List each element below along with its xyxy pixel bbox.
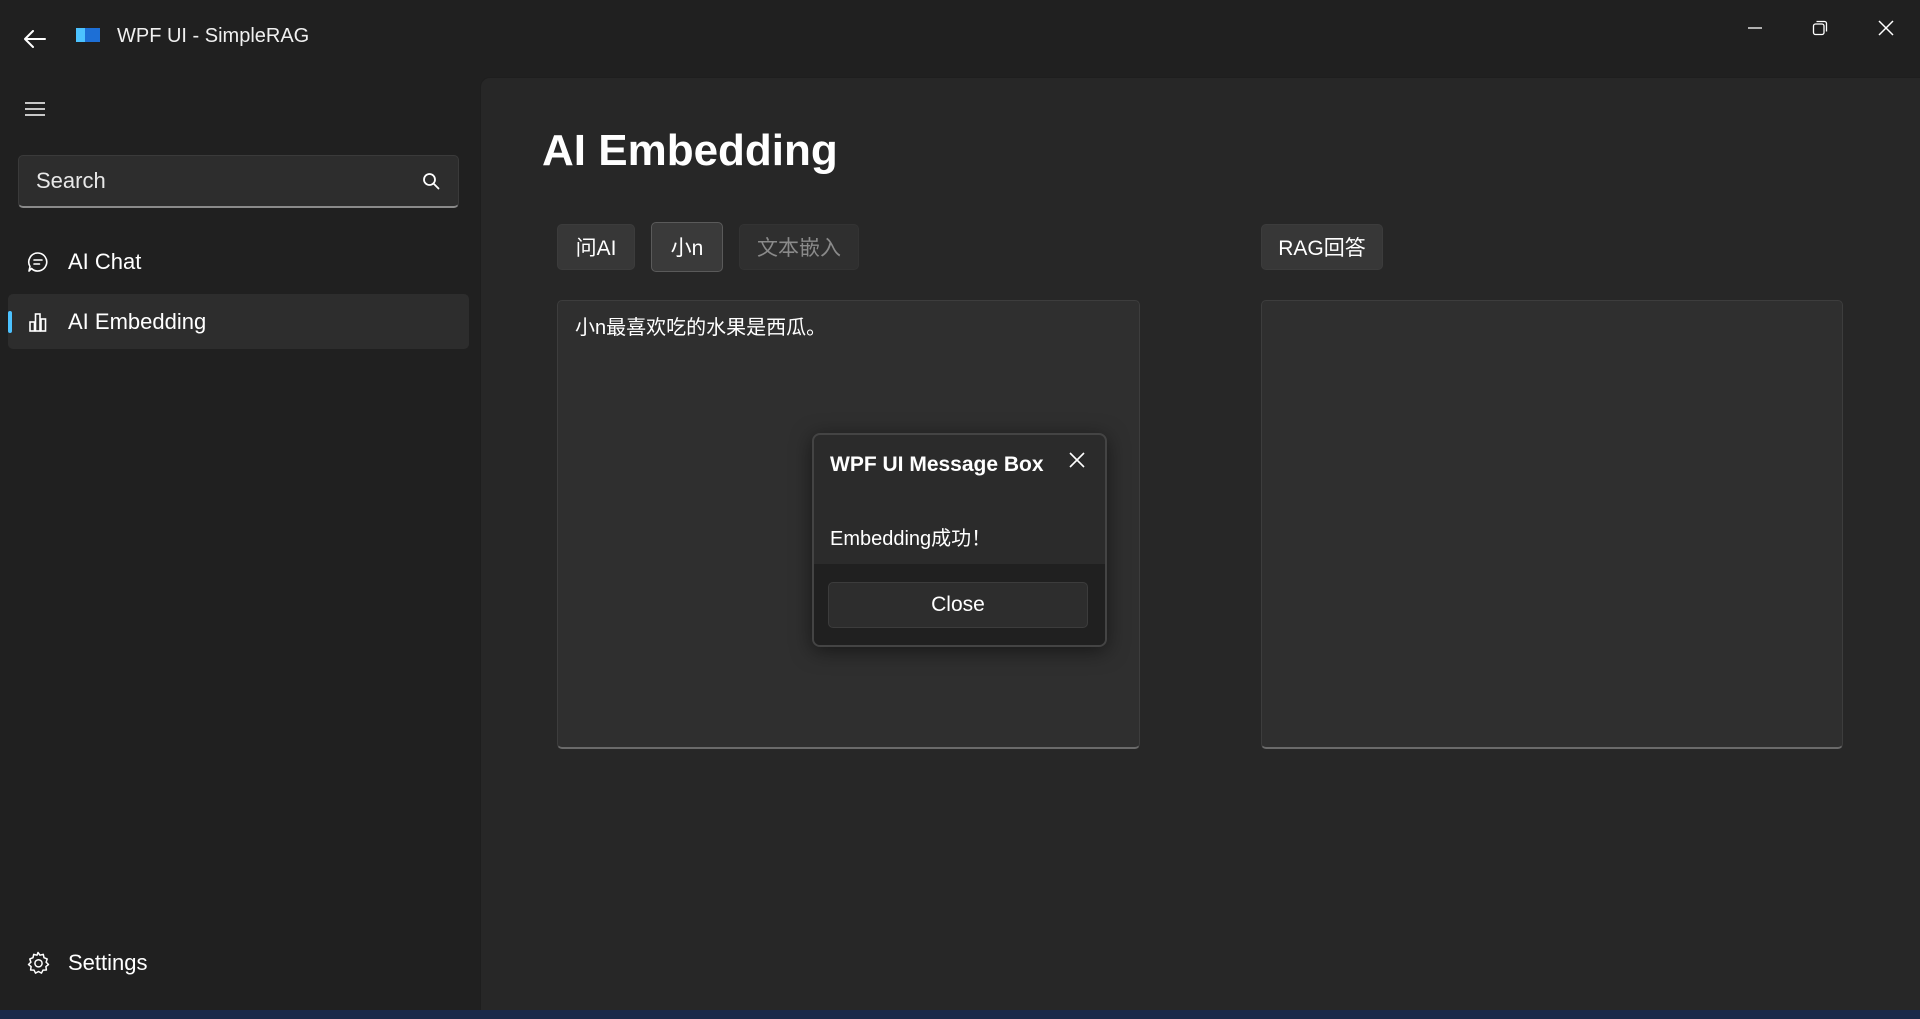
sidebar-item-ai-embedding[interactable]: AI Embedding bbox=[8, 294, 469, 349]
app-logo-icon bbox=[76, 28, 100, 42]
dialog-footer: Close bbox=[814, 564, 1105, 645]
back-button[interactable] bbox=[18, 22, 52, 56]
dialog-title: WPF UI Message Box bbox=[830, 453, 1044, 476]
taskbar-edge bbox=[0, 1010, 1920, 1019]
minimize-button[interactable] bbox=[1733, 10, 1777, 46]
rag-answer-button[interactable]: RAG回答 bbox=[1261, 224, 1383, 270]
sidebar-item-label: AI Chat bbox=[68, 248, 142, 274]
app-window: WPF UI - SimpleRAG Search AI Chat AI Emb… bbox=[0, 0, 1920, 1019]
search-input[interactable] bbox=[36, 168, 420, 194]
sidebar-item-label: AI Embedding bbox=[68, 308, 207, 334]
close-icon bbox=[1069, 452, 1085, 468]
dialog-close-action-button[interactable]: Close bbox=[828, 582, 1088, 628]
sidebar: AI Chat AI Embedding Settings bbox=[0, 70, 480, 1010]
title-bar: WPF UI - SimpleRAG bbox=[0, 0, 1920, 70]
text-embed-button[interactable]: 文本嵌入 bbox=[739, 224, 859, 270]
minimize-icon bbox=[1748, 27, 1762, 29]
hamburger-icon bbox=[25, 102, 45, 116]
dialog-message: Embedding成功！ bbox=[830, 528, 992, 550]
message-box-dialog: WPF UI Message Box Embedding成功！ Close bbox=[812, 433, 1107, 647]
active-indicator bbox=[8, 311, 12, 333]
gear-icon bbox=[26, 951, 50, 975]
search-box bbox=[18, 155, 459, 208]
xiao-n-button[interactable]: 小n bbox=[651, 222, 723, 272]
main-content: AI Embedding 问AI 小n 文本嵌入 RAG回答 小n最喜欢吃的水果… bbox=[480, 77, 1920, 1010]
chat-icon bbox=[26, 250, 50, 274]
restore-icon bbox=[1812, 20, 1828, 36]
close-window-button[interactable] bbox=[1864, 10, 1908, 46]
ask-ai-button[interactable]: 问AI bbox=[557, 224, 635, 270]
sidebar-item-settings[interactable]: Settings bbox=[8, 935, 469, 990]
sidebar-item-label: Settings bbox=[68, 949, 148, 975]
menu-toggle-button[interactable] bbox=[18, 92, 52, 126]
dialog-close-button[interactable] bbox=[1062, 445, 1092, 475]
back-arrow-icon bbox=[24, 30, 46, 48]
output-textarea[interactable] bbox=[1261, 300, 1843, 749]
window-title: WPF UI - SimpleRAG bbox=[117, 25, 310, 47]
restore-button[interactable] bbox=[1798, 10, 1842, 46]
chart-icon bbox=[26, 310, 50, 334]
sidebar-item-ai-chat[interactable]: AI Chat bbox=[8, 234, 469, 289]
page-title: AI Embedding bbox=[542, 126, 838, 175]
close-icon bbox=[1878, 20, 1894, 36]
search-icon[interactable] bbox=[420, 170, 442, 192]
